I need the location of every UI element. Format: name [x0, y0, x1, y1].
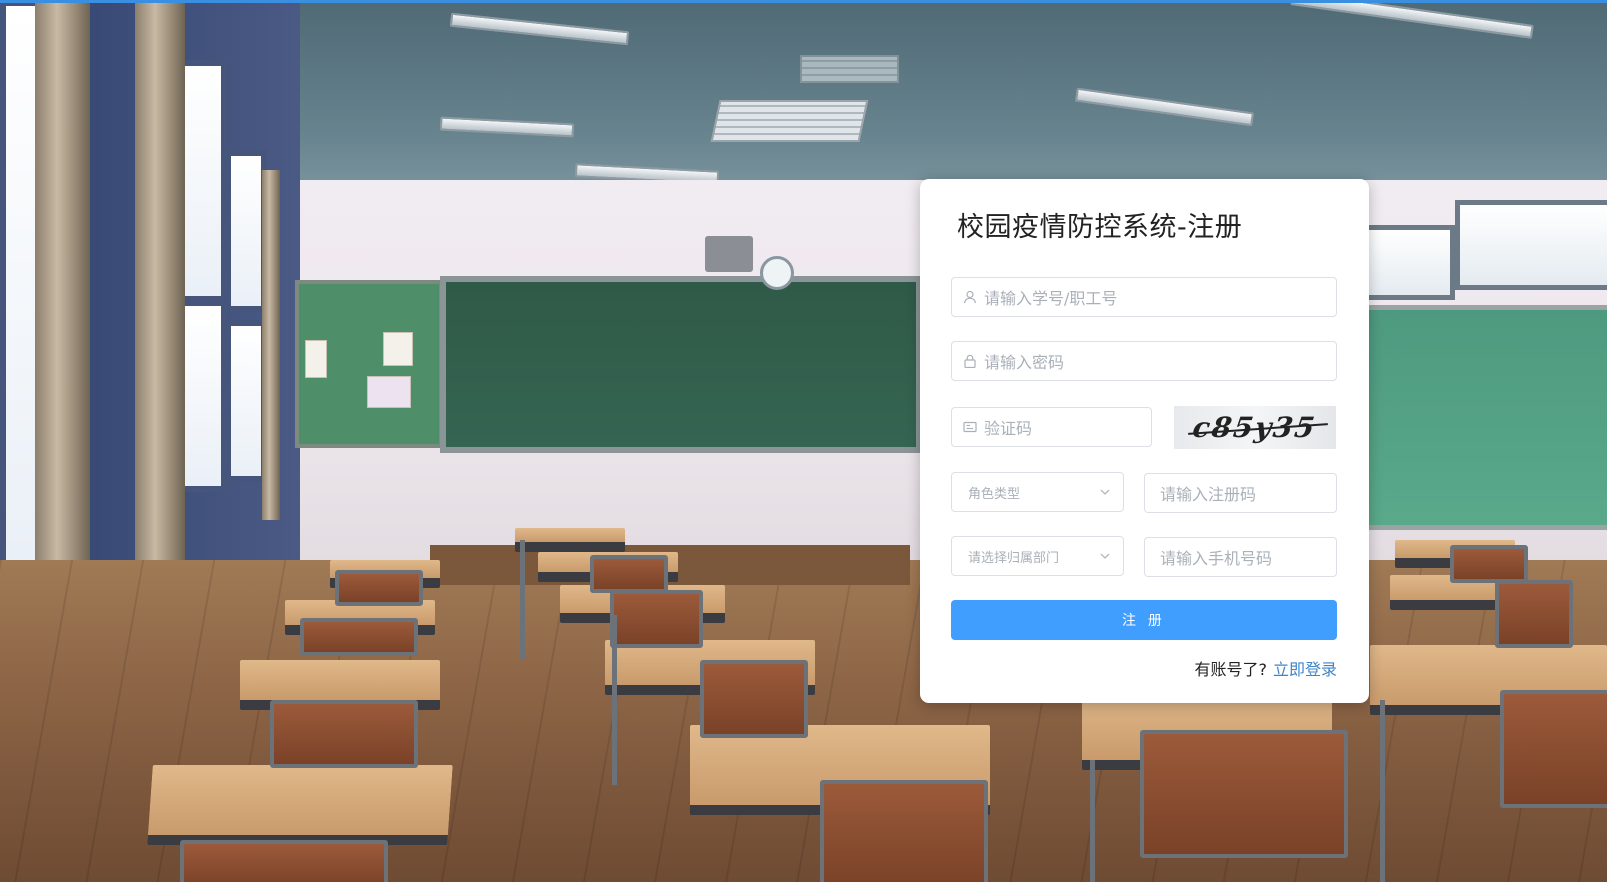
- chair: [335, 570, 423, 606]
- desk-leg: [1090, 760, 1095, 882]
- desk-leg: [520, 540, 525, 660]
- page-title: 校园疫情防控系统-注册: [957, 212, 1243, 243]
- register-card: 校园疫情防控系统-注册 请输入学号/职工号 请输入密码 验证码 c85y35 角…: [920, 179, 1369, 703]
- chair: [1140, 730, 1348, 858]
- chair: [300, 618, 418, 656]
- phone-input[interactable]: 请输入手机号码: [1144, 537, 1337, 577]
- chalkboard: [440, 276, 922, 453]
- chair: [1500, 690, 1607, 808]
- phone-placeholder: 请输入手机号码: [1160, 549, 1273, 568]
- username-placeholder: 请输入学号/职工号: [984, 289, 1118, 308]
- username-input[interactable]: 请输入学号/职工号: [951, 277, 1337, 317]
- window: [225, 320, 267, 482]
- window: [1455, 200, 1607, 290]
- desk: [515, 528, 625, 552]
- chair: [1450, 545, 1528, 583]
- desk-leg: [1380, 700, 1385, 882]
- notice-paper: [383, 332, 413, 366]
- chair: [1495, 580, 1573, 648]
- password-placeholder: 请输入密码: [984, 353, 1065, 372]
- captcha-input[interactable]: 验证码: [951, 407, 1152, 447]
- top-accent-bar: [0, 0, 1607, 3]
- register-code-input[interactable]: 请输入注册码: [1144, 473, 1337, 513]
- ceiling-panel: [800, 55, 899, 83]
- login-link[interactable]: 立即登录: [1273, 660, 1337, 679]
- role-type-placeholder: 角色类型: [968, 486, 1021, 502]
- department-placeholder: 请选择归属部门: [968, 550, 1060, 566]
- curtain: [262, 170, 280, 520]
- chalkboard-right: [1330, 305, 1607, 530]
- notice-paper: [305, 340, 327, 378]
- login-prompt-text: 有账号了?: [1194, 660, 1267, 679]
- desk: [147, 765, 453, 845]
- chevron-down-icon: [1100, 553, 1110, 559]
- login-prompt-row: 有账号了? 立即登录: [1194, 656, 1337, 680]
- password-input[interactable]: 请输入密码: [951, 341, 1337, 381]
- chair: [820, 780, 988, 882]
- id-card-icon: [963, 421, 977, 433]
- chair: [610, 590, 703, 648]
- notice-paper: [367, 376, 411, 408]
- ceiling-vent: [710, 100, 869, 142]
- chair: [180, 840, 388, 882]
- register-button[interactable]: 注 册: [951, 600, 1337, 640]
- chair: [700, 660, 808, 738]
- chair: [270, 700, 418, 768]
- user-icon: [963, 290, 977, 304]
- chevron-down-icon: [1100, 489, 1110, 495]
- lock-icon: [964, 354, 976, 368]
- speaker: [705, 236, 753, 272]
- wall-clock: [760, 256, 794, 290]
- role-type-select[interactable]: 角色类型: [951, 472, 1124, 512]
- captcha-placeholder: 验证码: [984, 419, 1033, 438]
- desk-leg: [612, 615, 617, 785]
- curtain: [135, 0, 185, 640]
- window: [225, 150, 267, 312]
- captcha-image[interactable]: c85y35: [1174, 406, 1336, 449]
- chair: [590, 555, 668, 593]
- department-select[interactable]: 请选择归属部门: [951, 536, 1124, 576]
- register-code-placeholder: 请输入注册码: [1160, 485, 1257, 504]
- bulletin-board: [295, 280, 443, 448]
